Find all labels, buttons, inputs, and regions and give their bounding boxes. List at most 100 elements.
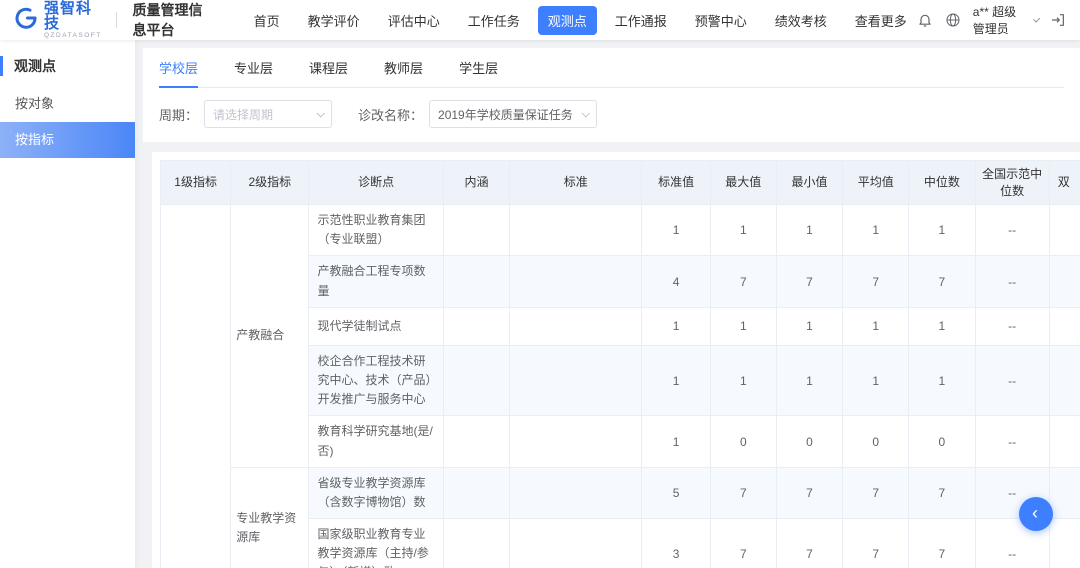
logo-company-name: 强智科技 <box>44 1 102 31</box>
user-menu[interactable]: a** 超级管理员 <box>973 3 1038 37</box>
user-name: a** 超级管理员 <box>973 3 1028 37</box>
connotation-cell <box>443 519 509 568</box>
diagnosis-point-cell: 校企合作工程技术研究中心、技术（产品）开发推广与服务中心 <box>309 345 443 416</box>
col-header-3: 内涵 <box>443 161 509 205</box>
col-header-8: 平均值 <box>843 161 909 205</box>
avg-cell: 1 <box>843 205 909 256</box>
connotation-cell <box>443 467 509 518</box>
logo: 强智科技 QZDATASOFT 质量管理信息平台 <box>14 0 216 40</box>
table-scroll-area[interactable]: 1级指标2级指标诊断点内涵标准标准值最大值最小值平均值中位数全国示范中位数双产教… <box>160 160 1080 568</box>
min-cell: 0 <box>776 416 842 467</box>
diagnosis-point-cell: 现代学徒制试点 <box>309 307 443 345</box>
nav-item-work-tasks[interactable]: 工作任务 <box>458 6 530 35</box>
top-header: 强智科技 QZDATASOFT 质量管理信息平台 首页教学评价评估中心工作任务观… <box>0 0 1080 40</box>
language-globe-icon[interactable] <box>945 12 961 28</box>
connotation-cell <box>443 256 509 307</box>
tabs-card: 学校层 专业层 课程层 教师层 学生层 周期： 请选择周期 诊改名称： 2019年学校质… <box>143 48 1080 142</box>
nav-item-assessment-center[interactable]: 评估中心 <box>378 6 450 35</box>
tab-course-layer[interactable]: 课程层 <box>309 58 348 87</box>
nav-item-home[interactable]: 首页 <box>244 6 290 35</box>
sidebar: 观测点 按对象按指标 <box>0 40 135 568</box>
table-row: 产教融合示范性职业教育集团（专业联盟）11111-- <box>161 205 1080 256</box>
tab-student-layer[interactable]: 学生层 <box>459 58 498 87</box>
overflow-cell <box>1049 345 1080 416</box>
nav-item-teaching-evaluation[interactable]: 教学评价 <box>298 6 370 35</box>
max-cell: 7 <box>710 256 776 307</box>
col-header-9: 中位数 <box>909 161 975 205</box>
median-cell: 1 <box>909 205 975 256</box>
max-cell: 7 <box>710 467 776 518</box>
diagnosis-point-cell: 省级专业教学资源库（含数字博物馆）数 <box>309 467 443 518</box>
connotation-cell <box>443 307 509 345</box>
sidebar-items: 按对象按指标 <box>0 86 135 158</box>
tab-major-layer[interactable]: 专业层 <box>234 58 273 87</box>
level2-indicator-cell: 产教融合 <box>231 205 309 468</box>
avg-cell: 0 <box>843 416 909 467</box>
standard-cell <box>510 256 642 307</box>
filter-bar: 周期： 请选择周期 诊改名称： 2019年学校质量保证任务 <box>159 100 1064 128</box>
nav-item-view-more[interactable]: 查看更多 <box>845 6 917 35</box>
logo-icon <box>14 6 38 35</box>
standard-cell <box>510 345 642 416</box>
national-median-cell: -- <box>975 416 1049 467</box>
diagnosis-name-label: 诊改名称： <box>358 105 423 124</box>
chevron-down-icon <box>1033 16 1040 23</box>
diagnosis-point-cell: 教育科学研究基地(是/否) <box>309 416 443 467</box>
standard-cell <box>510 416 642 467</box>
diagnosis-name-select-value: 2019年学校质量保证任务 <box>438 106 573 123</box>
median-cell: 7 <box>909 467 975 518</box>
period-select[interactable]: 请选择周期 <box>204 100 332 128</box>
logo-company-sub: QZDATASOFT <box>44 33 102 40</box>
bell-icon[interactable] <box>917 12 933 28</box>
col-header-11: 双 <box>1049 161 1080 205</box>
logo-text: 强智科技 QZDATASOFT <box>44 1 102 40</box>
col-header-1: 2级指标 <box>231 161 309 205</box>
avg-cell: 1 <box>843 345 909 416</box>
diagnosis-name-select[interactable]: 2019年学校质量保证任务 <box>429 100 597 128</box>
sidebar-item-by-indicator[interactable]: 按指标 <box>0 122 135 158</box>
median-cell: 1 <box>909 307 975 345</box>
min-cell: 7 <box>776 467 842 518</box>
standard-value-cell: 1 <box>642 416 710 467</box>
tab-school-layer[interactable]: 学校层 <box>159 58 198 88</box>
chevron-down-icon <box>581 109 589 117</box>
min-cell: 1 <box>776 307 842 345</box>
standard-cell <box>510 205 642 256</box>
table-header-row: 1级指标2级指标诊断点内涵标准标准值最大值最小值平均值中位数全国示范中位数双 <box>161 161 1080 205</box>
national-median-cell: -- <box>975 307 1049 345</box>
tab-teacher-layer[interactable]: 教师层 <box>384 58 423 87</box>
max-cell: 7 <box>710 519 776 568</box>
median-cell: 7 <box>909 256 975 307</box>
nav-item-warning-center[interactable]: 预警中心 <box>685 6 757 35</box>
overflow-cell <box>1049 205 1080 256</box>
logout-icon[interactable] <box>1050 12 1066 28</box>
min-cell: 1 <box>776 345 842 416</box>
national-median-cell: -- <box>975 345 1049 416</box>
avg-cell: 1 <box>843 307 909 345</box>
level2-indicator-cell: 专业教学资源库 <box>231 467 309 568</box>
period-select-value: 请选择周期 <box>213 106 273 123</box>
median-cell: 0 <box>909 416 975 467</box>
scroll-left-fab-button[interactable]: ‹ <box>1019 497 1053 531</box>
col-header-6: 最大值 <box>710 161 776 205</box>
standard-value-cell: 5 <box>642 467 710 518</box>
header-actions: a** 超级管理员 <box>917 3 1066 37</box>
sidebar-item-by-object[interactable]: 按对象 <box>0 86 135 122</box>
nav-item-observation-points[interactable]: 观测点 <box>538 6 597 35</box>
standard-value-cell: 3 <box>642 519 710 568</box>
standard-value-cell: 1 <box>642 307 710 345</box>
connotation-cell <box>443 416 509 467</box>
col-header-4: 标准 <box>510 161 642 205</box>
min-cell: 7 <box>776 256 842 307</box>
connotation-cell <box>443 205 509 256</box>
overflow-cell <box>1049 416 1080 467</box>
col-header-0: 1级指标 <box>161 161 231 205</box>
sidebar-title: 观测点 <box>0 56 135 76</box>
nav-item-work-bulletin[interactable]: 工作通报 <box>605 6 677 35</box>
nav-item-performance-assessment[interactable]: 绩效考核 <box>765 6 837 35</box>
standard-value-cell: 4 <box>642 256 710 307</box>
national-median-cell: -- <box>975 205 1049 256</box>
overflow-cell <box>1049 467 1080 518</box>
layer-tabs: 学校层 专业层 课程层 教师层 学生层 <box>159 58 1064 88</box>
diagnosis-point-cell: 示范性职业教育集团（专业联盟） <box>309 205 443 256</box>
